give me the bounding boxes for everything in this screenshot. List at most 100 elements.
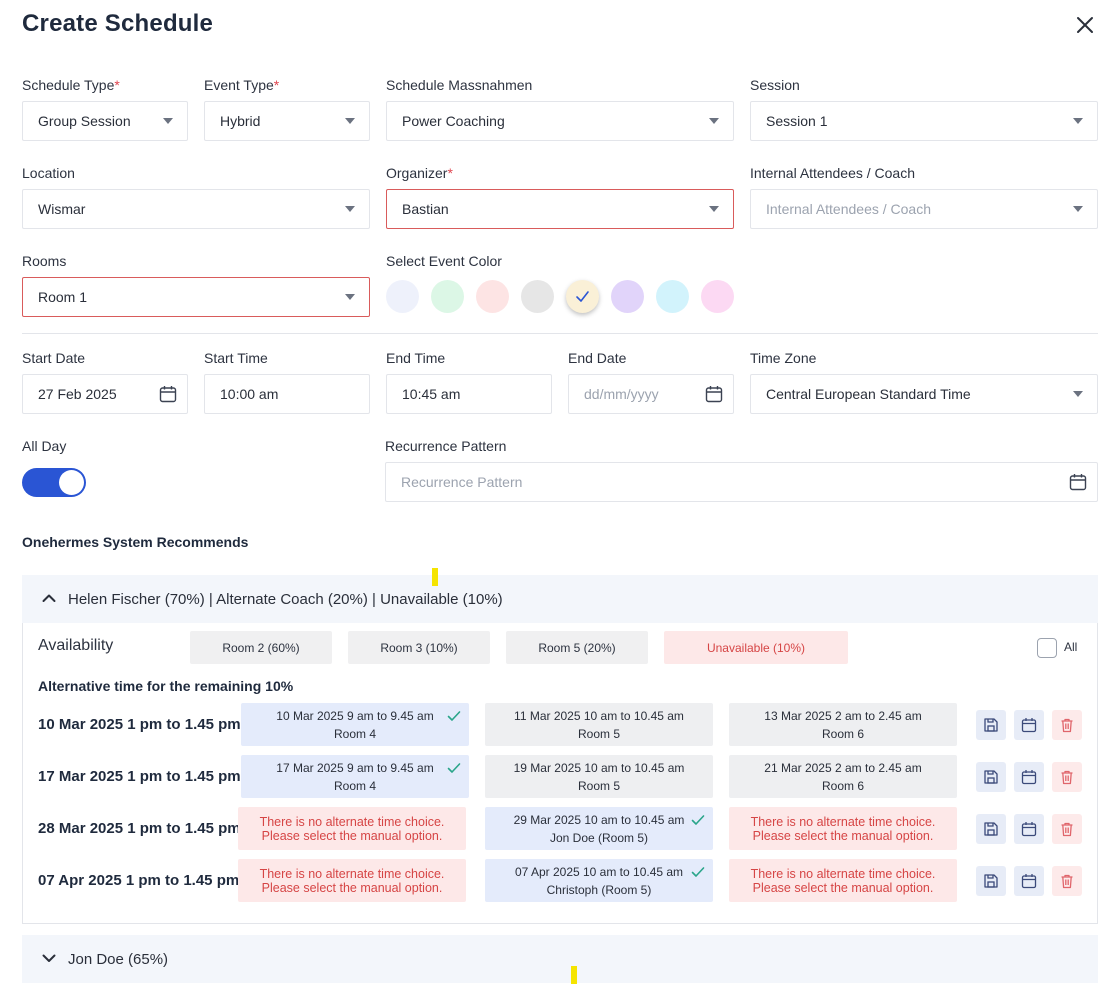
color-swatch-pink[interactable] — [476, 280, 509, 313]
schedule-massnahmen-select[interactable]: Power Coaching — [386, 101, 734, 141]
calendar-icon[interactable] — [1014, 866, 1044, 896]
option-line-2: Christoph (Room 5) — [546, 882, 652, 897]
event-type-value: Hybrid — [220, 113, 261, 129]
option-line-2: Room 6 — [821, 778, 865, 793]
alternative-time-option[interactable]: 07 Apr 2025 10 am to 10.45 am Christoph (… — [485, 859, 713, 902]
calendar-icon[interactable] — [159, 385, 177, 403]
organizer-select[interactable]: Bastian — [386, 189, 734, 229]
end-date-label: End Date — [568, 350, 627, 366]
caret-down-icon — [163, 118, 173, 124]
save-icon[interactable] — [976, 710, 1006, 740]
option-line-1: 29 Mar 2025 10 am to 10.45 am — [513, 812, 685, 827]
accordion-header-jon-doe[interactable]: Jon Doe (65%) — [22, 935, 1098, 983]
alternative-time-option[interactable]: 29 Mar 2025 10 am to 10.45 am Jon Doe (Ro… — [485, 807, 713, 850]
internal-attendees-select[interactable]: Internal Attendees / Coach — [750, 189, 1098, 229]
color-swatch-gray[interactable] — [521, 280, 554, 313]
organizer-label: Organizer* — [386, 165, 453, 181]
color-swatch-mint[interactable] — [431, 280, 464, 313]
unavailable-pill[interactable]: Unavailable (10%) — [664, 631, 848, 664]
option-line-1: 07 Apr 2025 10 am to 10.45 am — [514, 864, 684, 879]
alternative-row-label: 07 Apr 2025 1 pm to 1.45 pm — [38, 872, 240, 889]
time-zone-select[interactable]: Central European Standard Time — [750, 374, 1098, 414]
recurrence-input[interactable]: Recurrence Pattern — [385, 462, 1098, 502]
save-icon[interactable] — [976, 866, 1006, 896]
alternative-time-option[interactable]: 19 Mar 2025 10 am to 10.45 am Room 5 — [485, 755, 713, 798]
section-divider — [22, 333, 1098, 334]
calendar-icon[interactable] — [705, 385, 723, 403]
check-icon — [447, 761, 461, 779]
option-line-2: Please select the manual option. — [261, 880, 443, 895]
start-time-label: Start Time — [204, 350, 268, 366]
event-type-select[interactable]: Hybrid — [204, 101, 370, 141]
recurrence-label: Recurrence Pattern — [385, 438, 507, 454]
drag-marker — [432, 568, 438, 586]
end-date-input[interactable]: dd/mm/yyyy — [568, 374, 734, 414]
color-swatch-magenta[interactable] — [701, 280, 734, 313]
start-date-input[interactable]: 27 Feb 2025 — [22, 374, 188, 414]
location-select[interactable]: Wismar — [22, 189, 370, 229]
alternative-time-option[interactable]: 21 Mar 2025 2 am to 2.45 am Room 6 — [729, 755, 957, 798]
check-icon — [691, 813, 705, 831]
save-icon[interactable] — [976, 814, 1006, 844]
accordion-header-helen-fischer[interactable]: Helen Fischer (70%) | Alternate Coach (2… — [22, 575, 1098, 623]
start-time-input[interactable]: 10:00 am — [204, 374, 370, 414]
trash-icon[interactable] — [1052, 866, 1082, 896]
start-date-value: 27 Feb 2025 — [38, 386, 117, 402]
trash-icon[interactable] — [1052, 710, 1082, 740]
internal-attendees-placeholder: Internal Attendees / Coach — [766, 201, 931, 217]
option-line-1: 21 Mar 2025 2 am to 2.45 am — [764, 760, 922, 775]
alternative-time-option[interactable]: 13 Mar 2025 2 am to 2.45 am Room 6 — [729, 703, 957, 746]
end-time-input[interactable]: 10:45 am — [386, 374, 552, 414]
select-all-checkbox[interactable] — [1037, 638, 1057, 658]
check-icon — [576, 291, 589, 302]
rooms-select[interactable]: Room 1 — [22, 277, 370, 317]
schedule-type-label: Schedule Type* — [22, 77, 120, 93]
dialog-title: Create Schedule — [22, 10, 214, 37]
recommendations-heading: Onehermes System Recommends — [22, 534, 249, 550]
no-alternative-message: There is no alternate time choice. Please… — [729, 859, 957, 902]
close-icon[interactable] — [1072, 12, 1098, 38]
start-time-value: 10:00 am — [220, 386, 279, 402]
recurrence-placeholder: Recurrence Pattern — [401, 474, 523, 490]
option-line-2: Room 5 — [577, 778, 621, 793]
alternative-row-label: 28 Mar 2025 1 pm to 1.45 pm — [38, 820, 241, 837]
chevron-up-icon — [42, 594, 56, 602]
no-alternative-message: There is no alternate time choice. Please… — [238, 859, 466, 902]
color-swatch-purple[interactable] — [611, 280, 644, 313]
caret-down-icon — [345, 294, 355, 300]
time-zone-value: Central European Standard Time — [766, 386, 971, 402]
option-line-2: Please select the manual option. — [752, 828, 934, 843]
color-swatch-cyan[interactable] — [656, 280, 689, 313]
internal-attendees-label: Internal Attendees / Coach — [750, 165, 915, 181]
alternative-time-option[interactable]: 11 Mar 2025 10 am to 10.45 am Room 5 — [485, 703, 713, 746]
color-swatch-cream[interactable] — [566, 280, 599, 313]
calendar-icon[interactable] — [1014, 710, 1044, 740]
session-label: Session — [750, 77, 800, 93]
calendar-icon[interactable] — [1069, 473, 1087, 491]
session-select[interactable]: Session 1 — [750, 101, 1098, 141]
room-availability-pill[interactable]: Room 5 (20%) — [506, 631, 648, 664]
calendar-icon[interactable] — [1014, 762, 1044, 792]
event-color-label: Select Event Color — [386, 253, 502, 269]
color-swatch-lavender[interactable] — [386, 280, 419, 313]
schedule-type-select[interactable]: Group Session — [22, 101, 188, 141]
calendar-icon[interactable] — [1014, 814, 1044, 844]
room-availability-pill[interactable]: Room 2 (60%) — [190, 631, 332, 664]
caret-down-icon — [345, 206, 355, 212]
caret-down-icon — [709, 206, 719, 212]
alternative-time-option[interactable]: 10 Mar 2025 9 am to 9.45 am Room 4 — [241, 703, 469, 746]
rooms-label: Rooms — [22, 253, 67, 269]
alternative-time-option[interactable]: 17 Mar 2025 9 am to 9.45 am Room 4 — [241, 755, 469, 798]
all-day-toggle[interactable] — [22, 468, 86, 497]
trash-icon[interactable] — [1052, 814, 1082, 844]
room-availability-pill[interactable]: Room 3 (10%) — [348, 631, 490, 664]
event-type-label: Event Type* — [204, 77, 280, 93]
save-icon[interactable] — [976, 762, 1006, 792]
trash-icon[interactable] — [1052, 762, 1082, 792]
option-line-1: 11 Mar 2025 10 am to 10.45 am — [514, 708, 684, 723]
option-line-2: Please select the manual option. — [261, 828, 443, 843]
option-line-1: There is no alternate time choice. — [259, 814, 445, 829]
option-line-1: 17 Mar 2025 9 am to 9.45 am — [276, 760, 434, 775]
option-line-1: There is no alternate time choice. — [750, 814, 936, 829]
end-time-value: 10:45 am — [402, 386, 461, 402]
